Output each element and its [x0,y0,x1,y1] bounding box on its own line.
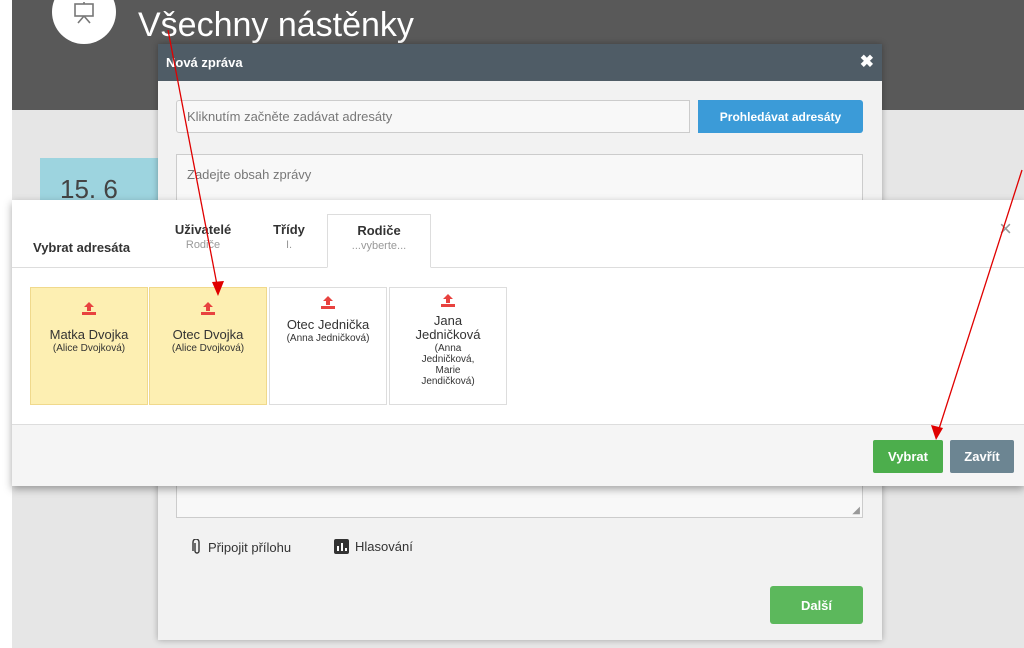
tab-label: Rodiče [357,223,401,238]
left-edge [0,0,12,648]
recipient-children: (Anna Jedničková, Marie Jendičková) [421,343,475,387]
board-icon [74,2,94,24]
recipient-children: (Alice Dvojková) [171,343,245,354]
tab-label: Uživatelé [174,222,232,237]
recipient-name: Otec Jednička [286,317,370,332]
recipient-name: Jana Jedničková [415,313,481,342]
dialog-label: Vybrat adresáta [33,240,131,255]
recipient-children: (Alice Dvojková) [52,343,126,354]
recipient-children: (Anna Jedničková) [286,333,370,344]
recipient-card[interactable]: Otec Jednička (Anna Jedničková) [269,287,387,405]
tab-sub: ...vyberte... [351,240,407,252]
tab-users[interactable]: Uživatelé Rodiče [168,214,238,266]
tab-sub: Rodiče [185,239,221,251]
attach-file-link[interactable]: Připojit přílohu [192,539,291,555]
tab-sub: I. [285,239,293,251]
poll-chart-icon [334,539,349,554]
tab-divider [12,267,1024,268]
tab-parents[interactable]: Rodiče ...vyberte... [327,214,431,268]
recipient-card[interactable]: Jana Jedničková (Anna Jedničková, Marie … [389,287,507,405]
select-button[interactable]: Vybrat [873,440,943,473]
paperclip-icon [192,539,200,554]
recipient-card[interactable]: Matka Dvojka (Alice Dvojková) [30,287,148,405]
message-placeholder: Zadejte obsah zprávy [187,167,312,182]
page-title: Všechny nástěnky [138,6,414,44]
tab-label: Třídy [273,222,305,237]
resize-handle-icon[interactable]: ◢ [852,505,860,516]
next-button[interactable]: Další [770,586,863,624]
attach-label: Připojit přílohu [208,539,292,555]
recipient-name: Otec Dvojka [172,327,244,342]
modal-header: Nová zpráva ✖ [158,44,882,81]
select-recipient-dialog: Vybrat adresáta × Uživatelé Rodiče Třídy… [12,200,1024,486]
upload-icon [441,294,455,307]
recipient-name: Matka Dvojka [49,327,129,342]
tab-classes[interactable]: Třídy I. [264,214,314,266]
recipients-input[interactable]: Kliknutím začněte zadávat adresáty [176,100,690,133]
upload-icon [321,296,335,309]
search-recipients-button[interactable]: Prohledávat adresáty [698,100,863,133]
upload-icon [82,302,96,315]
modal-title: Nová zpráva [166,55,243,70]
recipient-card[interactable]: Otec Dvojka (Alice Dvojková) [149,287,267,405]
poll-label: Hlasování [355,539,413,554]
dialog-close-icon[interactable]: × [999,216,1012,242]
close-button[interactable]: Zavřít [950,440,1014,473]
upload-icon [201,302,215,315]
poll-link[interactable]: Hlasování [334,539,413,554]
close-icon[interactable]: ✖ [860,52,874,72]
